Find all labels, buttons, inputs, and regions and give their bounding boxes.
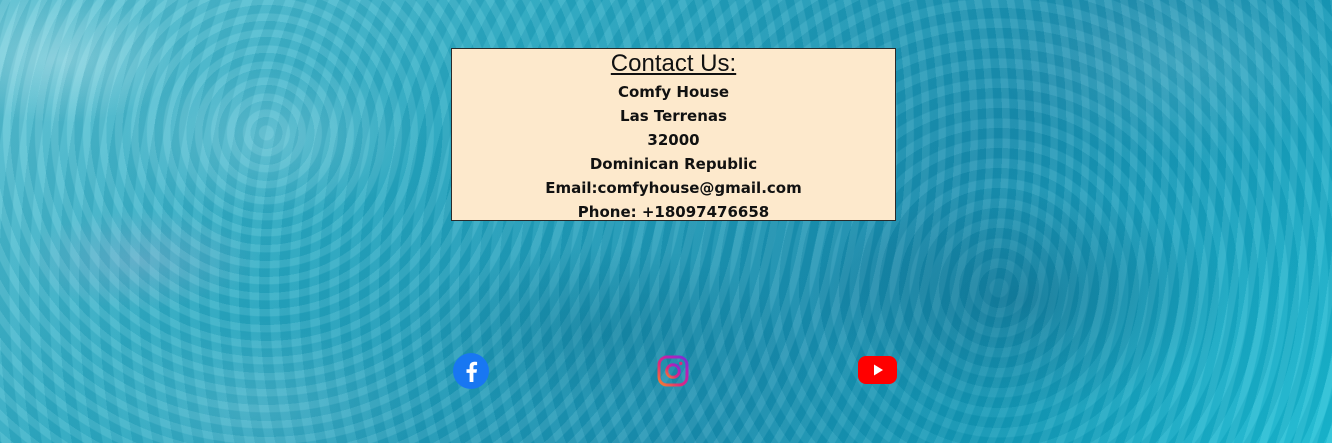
country: Dominican Republic bbox=[589, 155, 758, 173]
youtube-icon[interactable] bbox=[857, 354, 898, 386]
facebook-icon[interactable] bbox=[452, 352, 490, 390]
facebook-icon-graphic bbox=[453, 353, 489, 389]
contact-panel: Contact Us: Comfy House Las Terrenas 320… bbox=[451, 48, 896, 221]
postal-code: 32000 bbox=[647, 131, 700, 149]
youtube-icon-graphic bbox=[858, 356, 897, 384]
business-name: Comfy House bbox=[617, 83, 730, 101]
instagram-icon-graphic bbox=[657, 355, 689, 387]
contact-title: Contact Us: bbox=[610, 50, 737, 77]
phone-number: Phone: +18097476658 bbox=[577, 203, 770, 221]
email-address: Email:comfyhouse@gmail.com bbox=[545, 179, 802, 197]
instagram-icon[interactable] bbox=[656, 354, 690, 388]
city: Las Terrenas bbox=[620, 107, 727, 125]
